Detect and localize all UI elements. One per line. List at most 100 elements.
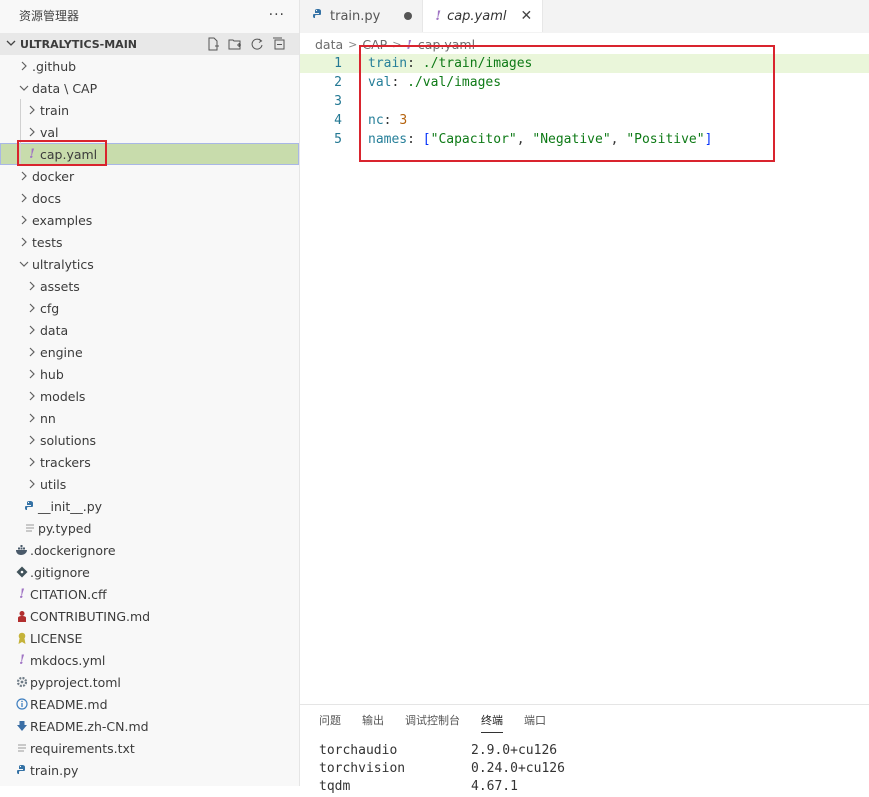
- chevron-right-icon: [24, 347, 40, 357]
- new-file-icon[interactable]: [205, 36, 221, 52]
- text-file-icon: [22, 522, 38, 534]
- tree-item-py-typed[interactable]: py.typed: [0, 517, 299, 539]
- code-editor[interactable]: 1 train: ./train/images 2 val: ./val/ima…: [300, 45, 869, 704]
- terminal-line: torchvision 0.24.0+cu126: [300, 761, 869, 779]
- chevron-right-icon: [16, 215, 32, 225]
- tree-item-label: data \ CAP: [32, 80, 98, 96]
- tree-item-contributing[interactable]: CONTRIBUTING.md: [0, 605, 299, 627]
- panel-tab-output[interactable]: 输出: [362, 705, 384, 735]
- tree-item-docker[interactable]: docker: [0, 165, 299, 187]
- package-version: 0.24.0+cu126: [471, 761, 565, 776]
- indent-guide: [20, 121, 21, 143]
- tree-item-label: models: [40, 388, 86, 404]
- yaml-key: nc: [368, 113, 384, 128]
- text-file-icon: [14, 742, 30, 754]
- tree-item-solutions[interactable]: solutions: [0, 429, 299, 451]
- chevron-right-icon: [24, 413, 40, 423]
- breadcrumb-item[interactable]: CAP: [362, 37, 387, 52]
- explorer-sidebar: 资源管理器 ··· ULTRALYTICS-MAIN .github data …: [0, 0, 300, 786]
- tree-item-init-py[interactable]: __init__.py: [0, 495, 299, 517]
- code-line[interactable]: 2 val: ./val/images: [300, 73, 869, 92]
- panel-tab-ports[interactable]: 端口: [524, 705, 546, 735]
- python-icon: [14, 764, 30, 776]
- tree-item-license[interactable]: LICENSE: [0, 627, 299, 649]
- editor-tabs: train.py ! cap.yaml ✕: [300, 0, 869, 33]
- tab-label: cap.yaml: [447, 8, 507, 24]
- yaml-value: ./train/images: [422, 56, 533, 71]
- tree-item-trackers[interactable]: trackers: [0, 451, 299, 473]
- tree-item-examples[interactable]: examples: [0, 209, 299, 231]
- chevron-right-icon: [16, 171, 32, 181]
- tree-item-citation[interactable]: ! CITATION.cff: [0, 583, 299, 605]
- panel-tab-debug-console[interactable]: 调试控制台: [405, 705, 460, 735]
- code-line[interactable]: 5 names: ["Capacitor", "Negative", "Posi…: [300, 130, 869, 149]
- tree-item-label: trackers: [40, 454, 91, 470]
- yaml-value: ./val/images: [407, 75, 502, 90]
- tree-item-label: README.zh-CN.md: [30, 718, 149, 734]
- breadcrumb-item[interactable]: cap.yaml: [418, 37, 475, 52]
- tree-item-cap-yaml[interactable]: ! cap.yaml: [0, 143, 299, 165]
- breadcrumb-item[interactable]: data: [315, 37, 343, 52]
- new-folder-icon[interactable]: [227, 36, 243, 52]
- tab-cap-yaml[interactable]: ! cap.yaml ✕: [423, 0, 544, 32]
- line-number: 4: [334, 113, 342, 128]
- more-actions-icon[interactable]: ···: [269, 7, 285, 23]
- tree-item-engine[interactable]: engine: [0, 341, 299, 363]
- tree-item-data-cap[interactable]: data \ CAP: [0, 77, 299, 99]
- download-icon: [14, 720, 30, 732]
- tree-item-cfg[interactable]: cfg: [0, 297, 299, 319]
- tree-item-readme[interactable]: README.md: [0, 693, 299, 715]
- chevron-right-icon: [24, 435, 40, 445]
- bottom-panel: 问题 输出 调试控制台 终端 端口 torchaudio 2.9.0+cu126…: [300, 704, 869, 794]
- tab-train-py[interactable]: train.py: [300, 0, 424, 32]
- package-name: tqdm: [319, 779, 351, 794]
- tree-item-label: py.typed: [38, 520, 92, 536]
- code-line[interactable]: 4 nc: 3: [300, 111, 869, 130]
- tree-item-requirements[interactable]: requirements.txt: [0, 737, 299, 759]
- tree-item-assets[interactable]: assets: [0, 275, 299, 297]
- chevron-right-icon: [24, 457, 40, 467]
- line-number: 3: [334, 94, 342, 109]
- chevron-right-icon: [24, 325, 40, 335]
- tree-item-train-py[interactable]: train.py: [0, 759, 299, 781]
- tree-item-models[interactable]: models: [0, 385, 299, 407]
- close-icon[interactable]: ✕: [521, 8, 533, 24]
- explorer-header: 资源管理器 ···: [0, 0, 299, 30]
- code-line[interactable]: 1 train: ./train/images: [300, 54, 869, 73]
- panel-tab-problems[interactable]: 问题: [319, 705, 341, 735]
- tree-item-docs[interactable]: docs: [0, 187, 299, 209]
- tree-item-data[interactable]: data: [0, 319, 299, 341]
- workspace-name: ULTRALYTICS-MAIN: [20, 37, 137, 51]
- tree-item-label: tests: [32, 234, 63, 250]
- panel-tab-terminal[interactable]: 终端: [481, 705, 503, 735]
- yaml-value: 3: [399, 113, 408, 128]
- tree-item-val[interactable]: val: [0, 121, 299, 143]
- tree-item-dockerignore[interactable]: .dockerignore: [0, 539, 299, 561]
- workspace-root[interactable]: ULTRALYTICS-MAIN: [0, 33, 299, 55]
- refresh-icon[interactable]: [249, 36, 265, 52]
- tree-item-pyproject[interactable]: pyproject.toml: [0, 671, 299, 693]
- tree-item-label: README.md: [30, 696, 108, 712]
- chevron-right-icon: [24, 281, 40, 291]
- unsaved-dot-icon[interactable]: [404, 12, 413, 20]
- tree-item-tests[interactable]: tests: [0, 231, 299, 253]
- tree-item-ultralytics[interactable]: ultralytics: [0, 253, 299, 275]
- tree-item-train[interactable]: train: [0, 99, 299, 121]
- collapse-all-icon[interactable]: [271, 36, 287, 52]
- package-name: torchvision: [319, 761, 406, 776]
- terminal-output[interactable]: torchaudio 2.9.0+cu126 torchvision 0.24.…: [300, 743, 869, 797]
- tree-item-utils[interactable]: utils: [0, 473, 299, 495]
- chevron-right-icon: [24, 105, 40, 115]
- yaml-list-item: "Positive": [626, 132, 705, 147]
- tree-item-mkdocs[interactable]: ! mkdocs.yml: [0, 649, 299, 671]
- tree-item-label: assets: [40, 278, 80, 294]
- tree-item-github[interactable]: .github: [0, 55, 299, 77]
- code-line[interactable]: 3: [300, 92, 869, 111]
- git-icon: [14, 566, 30, 578]
- tree-item-hub[interactable]: hub: [0, 363, 299, 385]
- tree-item-gitignore[interactable]: .gitignore: [0, 561, 299, 583]
- package-version: 2.9.0+cu126: [471, 743, 558, 758]
- tree-item-nn[interactable]: nn: [0, 407, 299, 429]
- tree-item-readme-zh[interactable]: README.zh-CN.md: [0, 715, 299, 737]
- chevron-right-icon: [16, 61, 32, 71]
